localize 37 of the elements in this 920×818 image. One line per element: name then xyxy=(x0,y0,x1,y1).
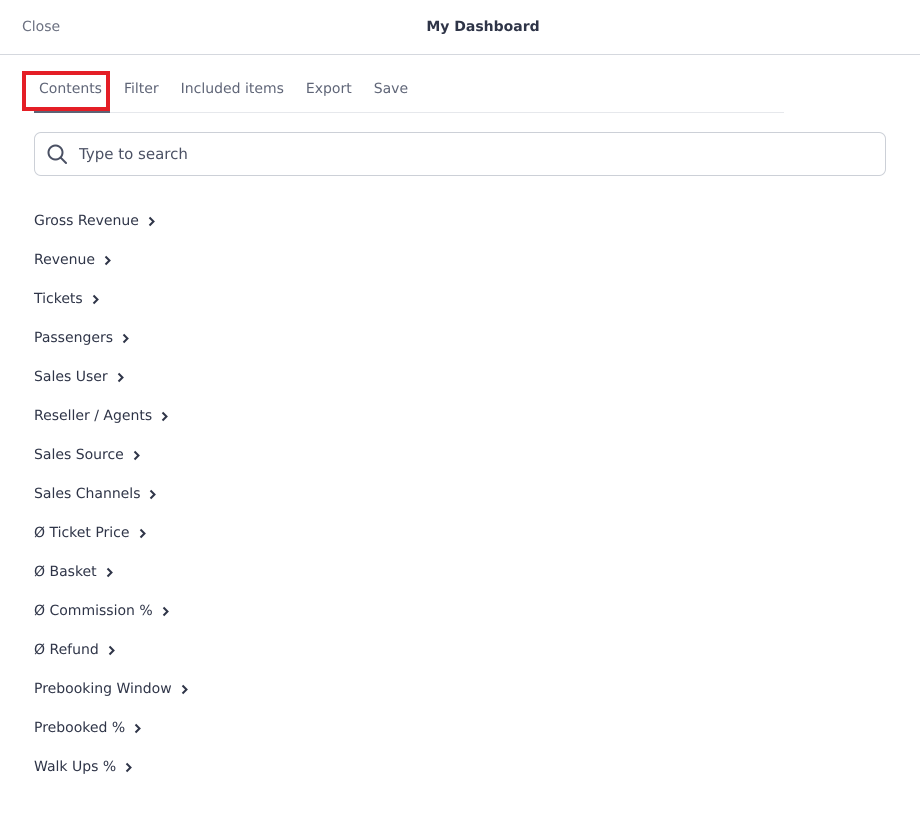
chevron-right-icon xyxy=(108,644,115,656)
tab[interactable]: Included items xyxy=(174,75,292,113)
category-item[interactable]: Ø Commission % xyxy=(34,602,169,620)
chevron-right-icon xyxy=(149,488,156,500)
chevron-right-icon xyxy=(134,722,142,734)
tab[interactable]: Export xyxy=(300,75,360,113)
chevron-right-icon xyxy=(161,410,168,422)
chevron-right-icon xyxy=(162,606,169,616)
category-item[interactable]: Sales Source xyxy=(34,446,140,464)
chevron-right-icon xyxy=(104,254,111,266)
tab[interactable]: Filter xyxy=(118,75,167,113)
chevron-right-icon xyxy=(148,216,155,226)
category-item[interactable]: Ø Refund xyxy=(34,641,115,659)
category-item[interactable]: Sales User xyxy=(34,368,124,386)
tab[interactable]: Save xyxy=(368,75,416,113)
chevron-right-icon xyxy=(125,762,132,772)
chevron-right-icon xyxy=(116,372,124,382)
chevron-right-icon xyxy=(92,294,99,304)
category-item[interactable]: Gross Revenue xyxy=(34,212,155,230)
category-item[interactable]: Prebooked % xyxy=(34,719,142,737)
chevron-right-icon xyxy=(106,566,113,578)
chevron-right-icon xyxy=(138,528,146,538)
category-item[interactable]: Tickets xyxy=(34,290,99,308)
category-item[interactable]: Ø Basket xyxy=(34,563,113,581)
chevron-right-icon xyxy=(122,332,130,344)
category-item[interactable]: Reseller / Agents xyxy=(34,407,168,425)
chevron-right-icon xyxy=(132,450,140,460)
chevron-right-icon xyxy=(180,684,188,694)
search-field[interactable]: Type to search xyxy=(34,132,886,176)
close-link[interactable]: Close xyxy=(22,19,60,35)
tab[interactable]: Contents xyxy=(34,75,110,113)
category-item[interactable]: Passengers xyxy=(34,329,130,347)
category-item[interactable]: Sales Channels xyxy=(34,485,156,503)
category-item[interactable]: Prebooking Window xyxy=(34,680,188,698)
category-item[interactable]: Walk Ups % xyxy=(34,758,132,776)
category-item[interactable]: Revenue xyxy=(34,251,111,269)
category-item[interactable]: Ø Ticket Price xyxy=(34,524,146,542)
